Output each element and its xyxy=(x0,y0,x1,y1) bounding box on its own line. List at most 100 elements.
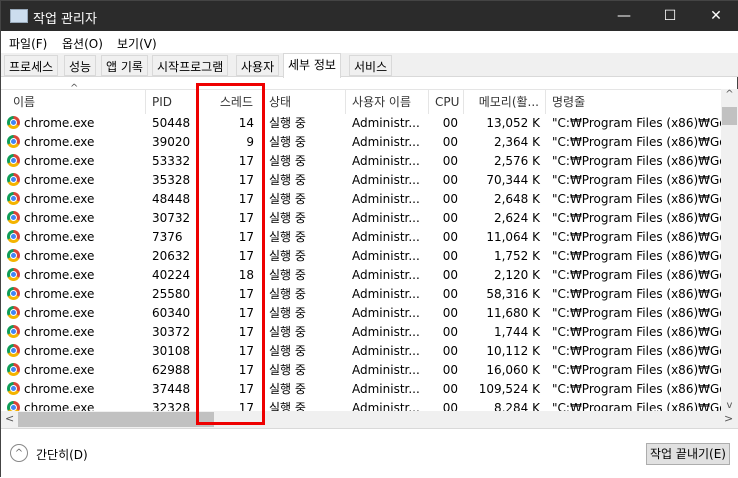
chrome-icon xyxy=(7,249,20,262)
cell-text: 2,576 K xyxy=(493,154,540,168)
cell-cpu: 00 xyxy=(429,361,464,380)
col-username[interactable]: 사용자 이름 xyxy=(346,90,429,114)
cell-pid: 62988 xyxy=(146,361,198,380)
col-status[interactable]: 상태 xyxy=(263,90,346,114)
cell-username: Administr... xyxy=(346,133,429,152)
col-cpu[interactable]: CPU xyxy=(429,90,464,114)
horizontal-scrollbar[interactable]: < > xyxy=(1,411,738,428)
cell-memory: 16,060 K xyxy=(464,361,546,380)
cell-status: 실행 중 xyxy=(263,304,346,323)
cell-text: 00 xyxy=(442,287,458,301)
minimize-button[interactable]: — xyxy=(601,1,647,31)
cell-memory: 11,064 K xyxy=(464,228,546,247)
scroll-left-icon[interactable]: < xyxy=(5,412,14,425)
cell-username: Administr... xyxy=(346,323,429,342)
cell-text: 00 xyxy=(442,154,458,168)
menu-options[interactable]: 옵션(O) xyxy=(62,35,103,52)
vertical-scrollbar[interactable]: ^ v xyxy=(721,89,738,411)
vertical-scroll-thumb[interactable] xyxy=(722,107,737,125)
footer: ^ 간단히(D) 작업 끝내기(E) xyxy=(1,428,738,478)
tab-bar: 프로세스 성능 앱 기록 시작프로그램 사용자 세부 정보 서비스 xyxy=(1,53,738,78)
cell-status: 실행 중 xyxy=(263,380,346,399)
cell-text: 00 xyxy=(442,116,458,130)
maximize-button[interactable]: ☐ xyxy=(647,1,693,31)
cell-username: Administr... xyxy=(346,342,429,361)
end-task-button[interactable]: 작업 끝내기(E) xyxy=(646,443,730,465)
scroll-right-icon[interactable]: > xyxy=(724,412,733,425)
cell-status: 실행 중 xyxy=(263,266,346,285)
menu-file[interactable]: 파일(F) xyxy=(9,35,47,52)
cell-memory: 11,680 K xyxy=(464,304,546,323)
cell-text: chrome.exe xyxy=(24,344,95,358)
cell-text: chrome.exe xyxy=(24,192,95,206)
cell-text: 2,648 K xyxy=(493,192,540,206)
chrome-icon xyxy=(7,268,20,281)
cell-text: 2,364 K xyxy=(493,135,540,149)
cell-text: 70,344 K xyxy=(486,173,540,187)
cell-memory: 70,344 K xyxy=(464,171,546,190)
cell-status: 실행 중 xyxy=(263,247,346,266)
tab-details[interactable]: 세부 정보 xyxy=(283,53,341,78)
cell-username: Administr... xyxy=(346,114,429,133)
cell-text: "C:₩Program Files (x86)₩Goog xyxy=(552,154,721,168)
cell-status: 실행 중 xyxy=(263,190,346,209)
tab-users[interactable]: 사용자 xyxy=(236,55,280,76)
table-row[interactable]: chrome.exe 20632 17 실행 중 Administr... 00 1,752… xyxy=(1,247,721,266)
cell-process-name: chrome.exe xyxy=(1,323,146,342)
fewer-details-link[interactable]: 간단히(D) xyxy=(36,446,88,463)
col-command-line[interactable]: 명령줄 xyxy=(546,90,721,114)
tab-processes[interactable]: 프로세스 xyxy=(4,55,59,76)
col-threads[interactable]: 스레드 xyxy=(198,90,263,114)
cell-command-line: "C:₩Program Files (x86)₩Goog xyxy=(546,342,721,361)
table-row[interactable]: chrome.exe 53332 17 실행 중 Administr... 00 2,576… xyxy=(1,152,721,171)
tab-performance[interactable]: 성능 xyxy=(64,55,97,76)
cell-pid: 7376 xyxy=(146,228,198,247)
col-name[interactable]: 이름 xyxy=(1,90,146,114)
cell-text: 00 xyxy=(442,192,458,206)
cell-text: 17 xyxy=(238,363,254,377)
table-row[interactable]: chrome.exe 48448 17 실행 중 Administr... 00 2,648… xyxy=(1,190,721,209)
cell-text: 00 xyxy=(442,325,458,339)
table-row[interactable]: chrome.exe 40224 18 실행 중 Administr... 00 2,120… xyxy=(1,266,721,285)
horizontal-scroll-thumb[interactable] xyxy=(18,412,214,427)
table-row[interactable]: chrome.exe 39020 9 실행 중 Administr... 00 2,364 … xyxy=(1,133,721,152)
cell-text: 50448 xyxy=(152,116,191,130)
table-row[interactable]: chrome.exe 25580 17 실행 중 Administr... 00 58,31… xyxy=(1,285,721,304)
scroll-down-icon[interactable]: v xyxy=(721,400,738,411)
cell-text: 17 xyxy=(238,192,254,206)
table-row[interactable]: chrome.exe 50448 14 실행 중 Administr... 00 13,05… xyxy=(1,114,721,133)
cell-text: 14 xyxy=(238,116,254,130)
table-row[interactable]: chrome.exe 30372 17 실행 중 Administr... 00 1,744… xyxy=(1,323,721,342)
cell-username: Administr... xyxy=(346,190,429,209)
menu-view[interactable]: 보기(V) xyxy=(117,35,157,52)
table-row[interactable]: chrome.exe 37448 17 실행 중 Administr... 00 109,5… xyxy=(1,380,721,399)
chevron-up-circle-icon[interactable]: ^ xyxy=(10,444,28,462)
cell-text: 00 xyxy=(442,344,458,358)
cell-text: "C:₩Program Files (x86)₩Goog xyxy=(552,135,721,149)
table-row[interactable]: chrome.exe 30108 17 실행 중 Administr... 00 10,11… xyxy=(1,342,721,361)
cell-memory: 1,752 K xyxy=(464,247,546,266)
cell-text: 00 xyxy=(442,135,458,149)
cell-username: Administr... xyxy=(346,209,429,228)
close-button[interactable]: ✕ xyxy=(693,1,738,31)
cell-memory: 13,052 K xyxy=(464,114,546,133)
menu-bar: 파일(F) 옵션(O) 보기(V) xyxy=(1,31,738,53)
col-pid[interactable]: PID xyxy=(146,90,198,114)
scroll-up-icon[interactable]: ^ xyxy=(721,89,738,100)
cell-memory: 10,112 K xyxy=(464,342,546,361)
table-row[interactable]: chrome.exe 35328 17 실행 중 Administr... 00 70,34… xyxy=(1,171,721,190)
cell-status: 실행 중 xyxy=(263,342,346,361)
table-row[interactable]: chrome.exe 62988 17 실행 중 Administr... 00 16,06… xyxy=(1,361,721,380)
table-row[interactable]: chrome.exe 30732 17 실행 중 Administr... 00 2,624… xyxy=(1,209,721,228)
cell-memory: 109,524 K xyxy=(464,380,546,399)
tab-app-history[interactable]: 앱 기록 xyxy=(101,55,148,76)
cell-cpu: 00 xyxy=(429,304,464,323)
cell-cpu: 00 xyxy=(429,323,464,342)
tab-startup[interactable]: 시작프로그램 xyxy=(152,55,229,76)
table-row[interactable]: chrome.exe 60340 17 실행 중 Administr... 00 11,68… xyxy=(1,304,721,323)
cell-text: "C:₩Program Files (x86)₩Goog xyxy=(552,173,721,187)
cell-text: 35328 xyxy=(152,173,191,187)
tab-services[interactable]: 서비스 xyxy=(349,55,393,76)
table-row[interactable]: chrome.exe 7376 17 실행 중 Administr... 00 11,064… xyxy=(1,228,721,247)
col-memory[interactable]: 메모리(활... xyxy=(464,90,546,114)
